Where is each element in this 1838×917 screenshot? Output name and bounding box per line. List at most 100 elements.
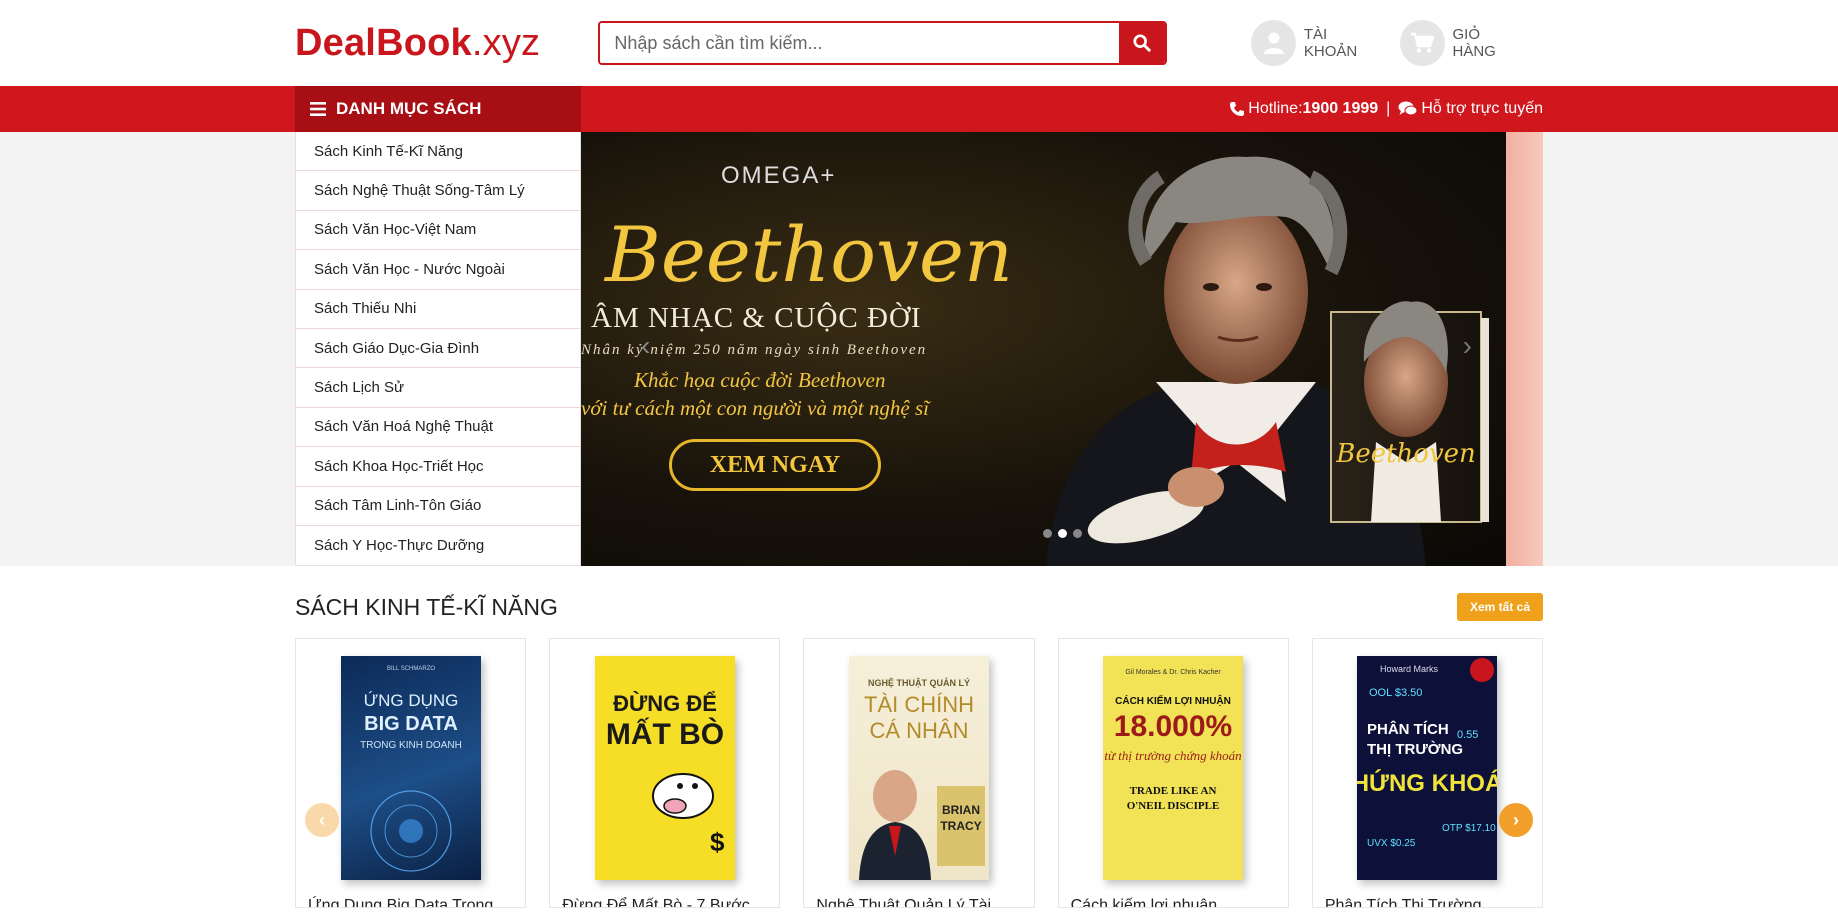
svg-text:CHỨNG KHOÁN: CHỨNG KHOÁN [1357, 769, 1497, 797]
divider: | [1386, 100, 1391, 117]
online-support-link[interactable]: Hỗ trợ trực tuyến [1421, 100, 1543, 118]
category-item[interactable]: Sách Tâm Linh-Tôn Giáo [296, 487, 580, 526]
svg-text:MẤT BÒ: MẤT BÒ [606, 717, 724, 751]
product-title[interactable]: Cách kiếm lợi nhuận [1071, 897, 1218, 907]
category-item[interactable]: Sách Nghệ Thuật Sống-Tâm Lý [296, 171, 580, 211]
hero-area: Sách Kinh Tế-Kĩ Năng Sách Nghệ Thuật Sốn… [0, 132, 1838, 566]
chevron-left-icon: ‹ [319, 809, 325, 830]
svg-text:OTP $17.10: OTP $17.10 [1442, 823, 1496, 834]
account-link[interactable]: TÀI KHOẢN [1251, 20, 1382, 66]
slider-dot[interactable] [1043, 529, 1052, 538]
category-item[interactable]: Sách Văn Học - Nước Ngoài [296, 250, 580, 290]
site-header: DealBook.xyz TÀI KHOẢN GIỎ HÀNG [0, 0, 1838, 86]
menu-icon [310, 102, 326, 116]
book-cover-image: ĐỪNG ĐỂ MẤT BÒ $ [594, 656, 735, 880]
svg-text:ĐỪNG ĐỂ: ĐỪNG ĐỂ [613, 691, 717, 716]
hero-banner-slider[interactable]: OMEGA+ Beethoven ÂM NHẠC & CUỘC ĐỜI Nhân… [581, 132, 1506, 566]
banner-desc-line2: với tư cách một con người và một nghệ sĩ [581, 396, 930, 420]
section-header: SÁCH KINH TẾ-KĨ NĂNG Xem tất cả [295, 592, 1543, 622]
site-logo[interactable]: DealBook.xyz [295, 22, 598, 65]
svg-text:$: $ [710, 827, 725, 857]
slider-dot-active[interactable] [1058, 529, 1067, 538]
book-cover-image: Gil Morales & Dr. Chris Kacher CÁCH KIẾM… [1103, 656, 1244, 880]
svg-text:Howard Marks: Howard Marks [1380, 664, 1439, 674]
svg-text:TÀI CHÍNH: TÀI CHÍNH [864, 692, 974, 717]
search-button[interactable] [1119, 23, 1166, 63]
product-card[interactable]: NGHỆ THUẬT QUẢN LÝ TÀI CHÍNH CÁ NHÂN BRI… [803, 638, 1035, 908]
product-card[interactable]: ĐỪNG ĐỂ MẤT BÒ $ Đừng Để Mất Bò - 7 Bước [549, 638, 781, 908]
search-icon [1133, 34, 1152, 52]
logo-tld: .xyz [471, 21, 541, 64]
category-item[interactable]: Sách Văn Hoá Nghệ Thuật [296, 408, 580, 448]
carousel-next-button[interactable]: › [1499, 803, 1533, 837]
cart-icon [1400, 20, 1445, 66]
cart-link[interactable]: GIỎ HÀNG [1400, 20, 1525, 66]
category-menu-toggle[interactable]: DANH MỤC SÁCH [295, 86, 581, 132]
hotline-label: Hotline: [1248, 100, 1303, 117]
svg-text:CÁCH KIẾM LỢI NHUẬN: CÁCH KIẾM LỢI NHUẬN [1115, 694, 1231, 707]
product-title[interactable]: Nghệ Thuật Quản Lý Tài [816, 897, 991, 907]
banner-brand: OMEGA+ [721, 162, 837, 189]
svg-text:THỊ TRƯỜNG: THỊ TRƯỜNG [1367, 740, 1463, 758]
book-cover-image: NGHỆ THUẬT QUẢN LÝ TÀI CHÍNH CÁ NHÂN BRI… [849, 656, 989, 880]
svg-text:NGHỆ THUẬT QUẢN LÝ: NGHỆ THUẬT QUẢN LÝ [868, 677, 970, 688]
slider-next-arrow[interactable]: › [1463, 330, 1472, 362]
book-cover-title: Beethoven [1335, 439, 1476, 469]
book-cover-image: Howard Marks OOL $3.50 PHÂN TÍCH THỊ TRƯ… [1357, 656, 1498, 880]
next-slide-peek [1506, 132, 1543, 566]
svg-text:Gil Morales & Dr. Chris Kacher: Gil Morales & Dr. Chris Kacher [1126, 669, 1222, 676]
product-carousel: BILL SCHMARZO ỨNG DỤNG BIG DATA TRONG KI… [295, 638, 1544, 908]
phone-icon [1230, 102, 1245, 116]
search-bar [598, 21, 1168, 65]
svg-text:TRONG KINH DOANH: TRONG KINH DOANH [360, 740, 462, 751]
svg-text:PHÂN TÍCH: PHÂN TÍCH [1367, 720, 1449, 738]
banner-cta-button[interactable]: XEM NGAY [669, 439, 881, 491]
svg-text:từ thị trường chứng khoán: từ thị trường chứng khoán [1105, 748, 1242, 763]
category-item[interactable]: Sách Khoa Học-Triết Học [296, 447, 580, 487]
slider-dot[interactable] [1073, 529, 1082, 538]
see-all-button[interactable]: Xem tất cả [1456, 593, 1543, 621]
svg-text:OOL $3.50: OOL $3.50 [1369, 687, 1422, 699]
svg-text:BIG DATA: BIG DATA [364, 713, 458, 735]
svg-text:BILL SCHMARZO: BILL SCHMARZO [387, 666, 435, 672]
svg-text:CÁ NHÂN: CÁ NHÂN [869, 718, 968, 743]
svg-text:O'NEIL DISCIPLE: O'NEIL DISCIPLE [1127, 800, 1220, 812]
category-menu-title: DANH MỤC SÁCH [336, 99, 482, 118]
product-card[interactable]: Howard Marks OOL $3.50 PHÂN TÍCH THỊ TRƯ… [1311, 638, 1544, 908]
hotline-bar: Hotline: 1900 1999 | Hỗ trợ trực tuyến [1229, 100, 1543, 118]
category-item[interactable]: Sách Y Học-Thực Dưỡng [296, 526, 580, 565]
search-input[interactable] [600, 23, 1120, 63]
svg-text:TRADE LIKE AN: TRADE LIKE AN [1130, 785, 1217, 797]
svg-text:BRIAN: BRIAN [942, 803, 980, 817]
beethoven-portrait-image: Beethoven [1046, 156, 1489, 566]
logo-main: DealBook [295, 21, 472, 64]
banner-title: Beethoven [605, 210, 1013, 299]
svg-text:TRACY: TRACY [940, 819, 981, 833]
svg-text:18.000%: 18.000% [1114, 710, 1232, 743]
hotline-number[interactable]: 1900 1999 [1303, 100, 1379, 118]
banner-tagline: Nhân kỷ niệm 250 năm ngày sinh Beethoven [581, 342, 928, 358]
category-item[interactable]: Sách Văn Học-Việt Nam [296, 211, 580, 251]
category-item[interactable]: Sách Giáo Dục-Gia Đình [296, 329, 580, 369]
svg-text:ỨNG DỤNG: ỨNG DỤNG [363, 691, 458, 710]
main-navbar: DANH MỤC SÁCH Hotline: 1900 1999 | Hỗ trợ… [0, 86, 1838, 132]
product-card[interactable]: BILL SCHMARZO ỨNG DỤNG BIG DATA TRONG KI… [295, 638, 527, 908]
section-title: SÁCH KINH TẾ-KĨ NĂNG [295, 593, 558, 620]
svg-text:UVX $0.25: UVX $0.25 [1367, 838, 1416, 849]
category-list: Sách Kinh Tế-Kĩ Năng Sách Nghệ Thuật Sốn… [295, 132, 581, 566]
user-icon [1251, 20, 1296, 66]
product-title[interactable]: Phân Tích Thị Trường [1325, 897, 1482, 907]
product-card[interactable]: Gil Morales & Dr. Chris Kacher CÁCH KIẾM… [1057, 638, 1289, 908]
chat-icon [1398, 101, 1418, 116]
cart-label: GIỎ HÀNG [1452, 26, 1496, 60]
banner-desc-line1: Khắc họa cuộc đời Beethoven [634, 368, 886, 392]
category-item[interactable]: Sách Lịch Sử [296, 368, 580, 408]
slider-prev-arrow[interactable]: ‹ [641, 330, 650, 362]
carousel-prev-button[interactable]: ‹ [305, 803, 339, 837]
product-title[interactable]: Đừng Để Mất Bò - 7 Bước [562, 897, 750, 907]
product-title[interactable]: Ứng Dụng Big Data Trong [308, 897, 493, 907]
book-cover-image: BILL SCHMARZO ỨNG DỤNG BIG DATA TRONG KI… [340, 656, 481, 880]
category-item[interactable]: Sách Thiếu Nhi [296, 290, 580, 329]
category-item[interactable]: Sách Kinh Tế-Kĩ Năng [296, 132, 580, 172]
product-section: SÁCH KINH TẾ-KĨ NĂNG Xem tất cả BILL SCH… [295, 592, 1544, 908]
